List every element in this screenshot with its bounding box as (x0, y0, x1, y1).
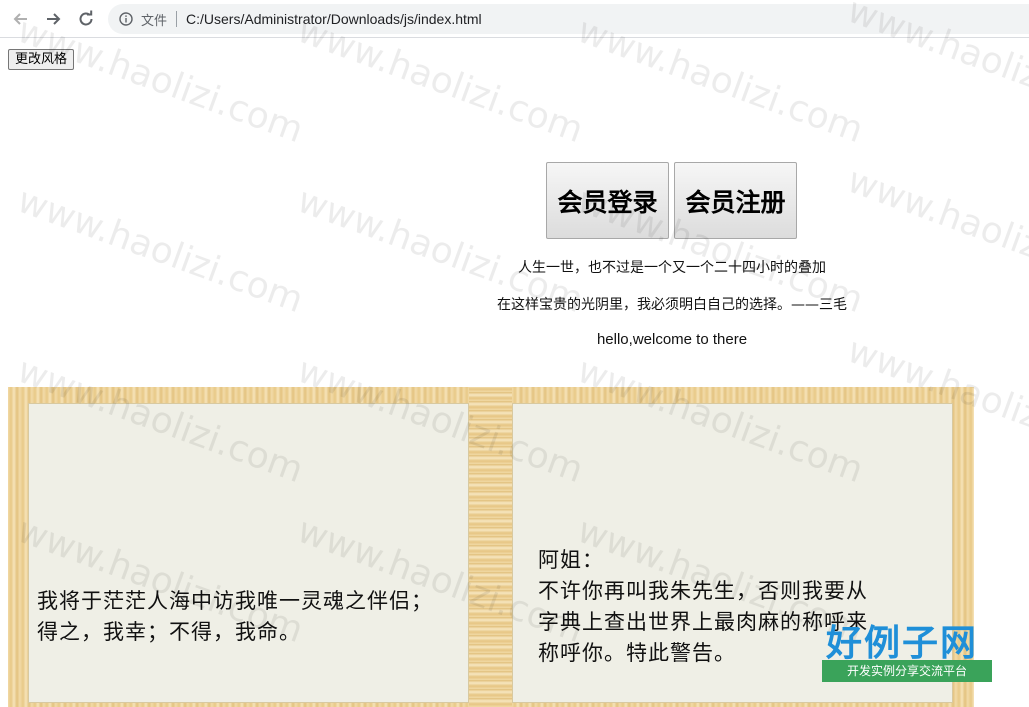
quote-line-1: 人生一世，也不过是一个又一个二十四小时的叠加 (518, 260, 826, 276)
book-left-page: 我将于茫茫人海中访我唯一灵魂之伴侣； 得之，我幸；不得，我命。 (28, 403, 469, 703)
change-style-button[interactable]: 更改风格 (8, 49, 75, 70)
forward-arrow-icon[interactable] (42, 8, 64, 30)
member-login-button[interactable]: 会员登录 (546, 162, 669, 239)
greeting-text: hello,welcome to there (596, 331, 748, 348)
back-arrow-icon[interactable] (10, 8, 32, 30)
scheme-label: 文件 (141, 13, 168, 29)
book-spine (469, 387, 512, 707)
watermark: www.haolizi.com (12, 179, 309, 322)
info-icon[interactable] (119, 12, 133, 26)
member-register-button[interactable]: 会员注册 (674, 162, 797, 239)
address-bar[interactable]: 文件 C:/Users/Administrator/Downloads/js/i… (108, 4, 1029, 34)
quote-line-2: 在这样宝贵的光阴里，我必须明白自己的选择。——三毛 (497, 297, 847, 313)
left-page-text: 我将于茫茫人海中访我唯一灵魂之伴侣； 得之，我幸；不得，我命。 (37, 589, 433, 644)
reload-icon[interactable] (75, 8, 97, 30)
site-logo: 好例子网 开发实例分享交流平台 (822, 614, 992, 684)
address-url[interactable]: C:/Users/Administrator/Downloads/js/inde… (186, 11, 482, 27)
browser-toolbar: 文件 C:/Users/Administrator/Downloads/js/i… (0, 0, 1029, 38)
logo-subtitle: 开发实例分享交流平台 (822, 660, 992, 682)
address-separator (176, 11, 178, 27)
watermark: www.haolizi.com (842, 159, 1029, 302)
logo-title: 好例子网 (826, 623, 979, 664)
